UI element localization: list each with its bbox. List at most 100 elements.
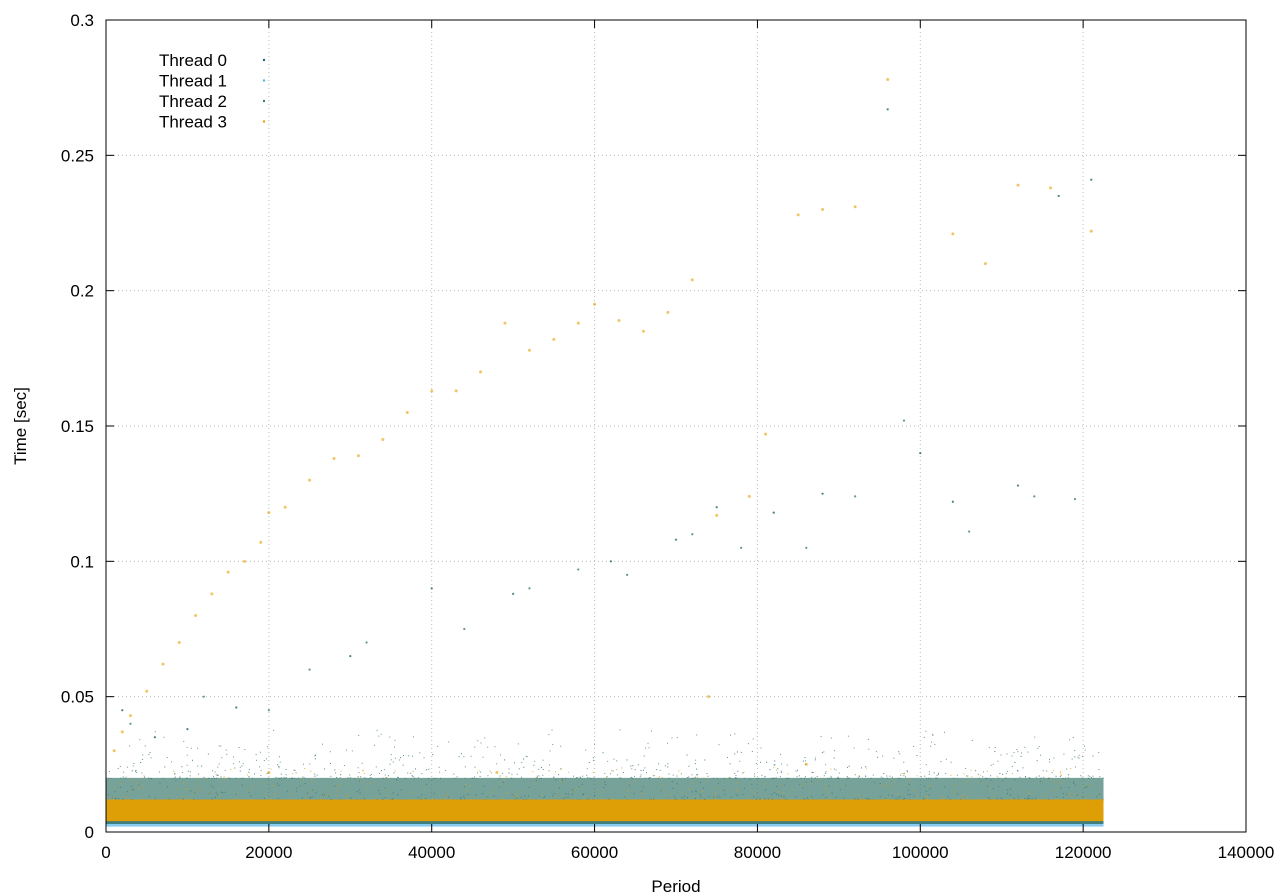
- speck-2-519: [619, 729, 621, 731]
- speck-2-477: [859, 776, 861, 778]
- speck-3-368: [304, 796, 306, 798]
- speck-2-187: [751, 750, 753, 752]
- speck-2-419: [648, 777, 650, 779]
- speck-0-449: [1099, 776, 1101, 778]
- speck-2-173: [803, 777, 805, 779]
- speck-3-221: [136, 782, 138, 784]
- speck-3-324: [964, 794, 966, 796]
- speck-3-353: [885, 799, 887, 801]
- speck-3-190: [687, 788, 689, 790]
- speck-2-102: [935, 777, 937, 779]
- speck-2-171: [815, 757, 817, 759]
- speck-2-44: [779, 776, 781, 778]
- speck-3-175: [712, 799, 714, 801]
- speck-3-344: [185, 796, 187, 798]
- legend-marker-0: [262, 58, 266, 62]
- speck-2-179: [882, 755, 884, 757]
- speck-0-307: [533, 764, 535, 766]
- speck-3-107: [529, 798, 531, 800]
- speck-2-204: [1098, 751, 1100, 753]
- point-3-11: [267, 511, 271, 515]
- point-3-40: [1049, 186, 1053, 190]
- speck-2-253: [990, 775, 992, 777]
- speck-2-426: [616, 774, 618, 776]
- speck-2-303: [898, 777, 900, 779]
- speck-3-235: [560, 769, 562, 771]
- speck-0-322: [796, 769, 798, 771]
- speck-3-16: [163, 794, 165, 796]
- speck-3-283: [782, 785, 784, 787]
- speck-3-76: [1011, 798, 1013, 800]
- point-3-41: [1089, 229, 1093, 233]
- speck-3-189: [984, 797, 986, 799]
- speck-2-79: [370, 774, 372, 776]
- speck-0-451: [694, 763, 696, 765]
- speck-2-58: [233, 763, 235, 765]
- speck-3-278: [889, 788, 891, 790]
- point-2-16: [1073, 497, 1077, 501]
- speck-0-420: [1038, 775, 1040, 777]
- speck-0-120: [393, 772, 395, 774]
- point-2-4: [365, 641, 368, 644]
- point-0-12: [886, 108, 889, 111]
- speck-3-64: [858, 794, 860, 796]
- legend-label-1: Thread 1: [159, 72, 227, 91]
- speck-3-199: [1004, 799, 1006, 801]
- speck-3-17: [1044, 799, 1046, 801]
- speck-2-158: [217, 766, 219, 768]
- speck-3-49: [180, 799, 182, 801]
- speck-3-105: [980, 782, 982, 784]
- speck-3-329: [763, 783, 765, 785]
- speck-2-411: [437, 745, 439, 747]
- speck-2-497: [837, 777, 839, 779]
- speck-0-353: [217, 774, 219, 776]
- point-0-6: [512, 592, 515, 595]
- speck-0-103: [1036, 760, 1038, 762]
- speck-2-159: [798, 775, 800, 777]
- speck-3-156: [218, 795, 220, 797]
- speck-3-161: [603, 799, 605, 801]
- speck-2-180: [880, 776, 882, 778]
- speck-2-370: [691, 774, 693, 776]
- speck-0-380: [612, 770, 614, 772]
- speck-3-179: [1099, 798, 1101, 800]
- y-tick-label-1: 0.05: [61, 688, 94, 707]
- speck-2-174: [238, 761, 240, 763]
- speck-3-15: [424, 788, 426, 790]
- point-3-12: [283, 505, 287, 509]
- point-2-3: [308, 668, 311, 671]
- speck-3-359: [787, 773, 789, 775]
- speck-3-145: [811, 783, 813, 785]
- speck-3-33: [173, 770, 175, 772]
- speck-3-182: [825, 788, 827, 790]
- speck-2-28: [706, 773, 708, 775]
- speck-0-49: [777, 768, 779, 770]
- speck-0-255: [523, 766, 525, 768]
- speck-3-10: [503, 778, 505, 780]
- speck-3-50: [568, 771, 570, 773]
- speck-3-118: [182, 783, 184, 785]
- speck-2-432: [259, 751, 261, 753]
- point-3-6: [194, 613, 198, 617]
- speck-2-17: [1043, 776, 1045, 778]
- speck-3-75: [473, 797, 475, 799]
- speck-3-154: [234, 797, 236, 799]
- speck-0-253: [432, 754, 434, 756]
- speck-2-318: [260, 774, 262, 776]
- speck-2-347: [475, 777, 477, 779]
- speck-3-129: [1070, 768, 1072, 770]
- point-2-5: [463, 627, 466, 631]
- speck-2-515: [284, 777, 286, 779]
- speck-2-20: [394, 757, 396, 759]
- speck-3-109: [783, 792, 785, 794]
- speck-2-418: [407, 772, 409, 774]
- speck-2-209: [658, 763, 660, 765]
- speck-3-67: [310, 770, 312, 772]
- speck-3-121: [1068, 792, 1070, 794]
- speck-2-339: [668, 777, 670, 779]
- speck-3-87: [906, 799, 908, 801]
- speck-3-316: [1050, 778, 1052, 780]
- speck-3-11: [265, 794, 267, 796]
- speck-2-262: [1005, 773, 1007, 775]
- speck-3-90: [169, 799, 171, 801]
